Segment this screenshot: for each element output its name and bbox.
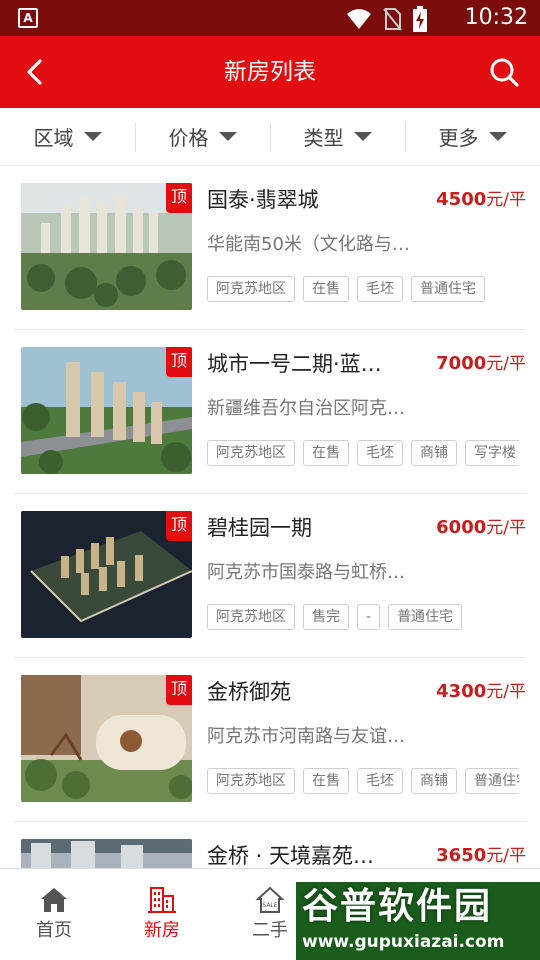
price-value: 3650 bbox=[436, 845, 487, 866]
listing-photo bbox=[21, 839, 192, 868]
status-bar: A 10:32 bbox=[0, 0, 540, 36]
price-unit: 元/平 bbox=[486, 190, 526, 210]
wifi-icon bbox=[347, 9, 371, 29]
status-icons bbox=[346, 6, 428, 32]
tag-row: 阿克苏地区 售完 - 普通住宅 bbox=[207, 604, 519, 632]
caret-down-icon bbox=[83, 132, 102, 141]
listing-price: 6000元/平 bbox=[436, 516, 526, 540]
tag: 阿克苏地区 bbox=[207, 768, 295, 794]
home-icon bbox=[41, 888, 67, 912]
tag: 商铺 bbox=[411, 440, 457, 466]
tab-label: 新房 bbox=[144, 920, 180, 941]
tag: 毛坯 bbox=[357, 276, 403, 302]
building-icon bbox=[148, 887, 176, 913]
listing-name: 金桥 · 天境嘉苑… bbox=[207, 844, 375, 868]
listing-item[interactable]: 顶 城市一号二期·蓝… 7000元/平 新疆维吾尔自治区阿克… 阿克苏地区 在售… bbox=[14, 330, 526, 494]
price-value: 7000 bbox=[436, 353, 487, 374]
listing-photo: 顶 bbox=[21, 675, 192, 802]
listing-price: 4500元/平 bbox=[436, 188, 526, 212]
tag: 普通住宅 bbox=[465, 768, 519, 794]
tag-row: 阿克苏地区 在售 毛坯 普通住宅 bbox=[207, 276, 519, 304]
listing-name: 金桥御苑 bbox=[207, 680, 291, 704]
tag: 普通住宅 bbox=[411, 276, 485, 302]
tag: 普通住宅 bbox=[388, 604, 463, 630]
listing-photo: 顶 bbox=[21, 511, 192, 638]
listing-photo: 顶 bbox=[21, 183, 192, 310]
caret-down-icon bbox=[218, 132, 237, 141]
tag: 阿克苏地区 bbox=[207, 440, 295, 466]
clock: 10:32 bbox=[464, 5, 528, 30]
watermark-url: www.gupuxiazai.com bbox=[302, 932, 505, 952]
svg-text:SALE: SALE bbox=[262, 902, 277, 909]
filter-more[interactable]: 更多 bbox=[405, 108, 540, 165]
tag: - bbox=[357, 604, 381, 630]
notification-app-icon: A bbox=[18, 8, 38, 28]
watermark-title: 谷普软件园 bbox=[302, 886, 493, 927]
tag: 在售 bbox=[303, 440, 349, 466]
listing-address: 阿克苏市国泰路与虹桥… bbox=[207, 562, 405, 583]
caret-down-icon bbox=[353, 132, 372, 141]
listing-name: 国泰·翡翠城 bbox=[207, 188, 319, 212]
top-badge: 顶 bbox=[166, 511, 192, 541]
price-unit: 元/平 bbox=[486, 682, 526, 702]
tag: 阿克苏地区 bbox=[207, 604, 295, 630]
filter-label: 区域 bbox=[33, 126, 74, 150]
listing-item[interactable]: 顶 碧桂园一期 6000元/平 阿克苏市国泰路与虹桥… 阿克苏地区 售完 - 普… bbox=[14, 494, 526, 658]
tag: 写字楼 bbox=[465, 440, 519, 466]
filter-type[interactable]: 类型 bbox=[270, 108, 405, 165]
tag: 售完 bbox=[303, 604, 349, 630]
top-badge: 顶 bbox=[166, 183, 192, 213]
filter-bar: 区域 价格 类型 更多 bbox=[0, 108, 540, 166]
battery-charging-icon bbox=[413, 6, 427, 32]
tag: 毛坯 bbox=[357, 768, 403, 794]
listing-name: 城市一号二期·蓝… bbox=[207, 352, 382, 376]
listing-list: 顶 国泰·翡翠城 4500元/平 华能南50米（文化路与… 阿克苏地区 在售 毛… bbox=[0, 166, 540, 868]
watermark-logo: 谷普软件园 www.gupuxiazai.com bbox=[296, 882, 540, 960]
listing-price: 4300元/平 bbox=[436, 680, 526, 704]
price-value: 4500 bbox=[436, 189, 487, 210]
listing-item[interactable]: 金桥 · 天境嘉苑… 3650元/平 bbox=[14, 822, 526, 868]
tag: 商铺 bbox=[411, 768, 457, 794]
listing-name: 碧桂园一期 bbox=[207, 516, 312, 540]
price-unit: 元/平 bbox=[486, 846, 526, 866]
price-unit: 元/平 bbox=[486, 518, 526, 538]
tag: 阿克苏地区 bbox=[207, 276, 295, 302]
filter-label: 类型 bbox=[303, 126, 344, 150]
filter-label: 价格 bbox=[168, 126, 209, 150]
listing-address: 新疆维吾尔自治区阿克… bbox=[207, 398, 405, 419]
price-value: 6000 bbox=[436, 517, 487, 538]
filter-label: 更多 bbox=[438, 126, 479, 150]
listing-address: 华能南50米（文化路与… bbox=[207, 234, 410, 255]
tag: 毛坯 bbox=[357, 440, 403, 466]
tag: 在售 bbox=[303, 768, 349, 794]
listing-item[interactable]: 顶 金桥御苑 4300元/平 阿克苏市河南路与友谊… 阿克苏地区 在售 毛坯 商… bbox=[14, 658, 526, 822]
tag-row: 阿克苏地区 在售 毛坯 商铺 普通住宅 bbox=[207, 768, 519, 796]
filter-price[interactable]: 价格 bbox=[135, 108, 270, 165]
house-sale-icon: SALE bbox=[255, 886, 285, 913]
price-value: 4300 bbox=[436, 681, 487, 702]
app-bar: 新房列表 bbox=[0, 36, 540, 108]
listing-photo: 顶 bbox=[21, 347, 192, 474]
listing-price: 3650元/平 bbox=[436, 844, 526, 868]
listing-item[interactable]: 顶 国泰·翡翠城 4500元/平 华能南50米（文化路与… 阿克苏地区 在售 毛… bbox=[14, 166, 526, 330]
page-title: 新房列表 bbox=[224, 59, 316, 85]
no-sim-icon bbox=[383, 8, 402, 31]
listing-price: 7000元/平 bbox=[436, 352, 526, 376]
tag: 在售 bbox=[303, 276, 349, 302]
search-icon[interactable] bbox=[486, 54, 522, 90]
price-unit: 元/平 bbox=[486, 354, 526, 374]
tab-home[interactable]: 首页 bbox=[0, 869, 108, 960]
top-badge: 顶 bbox=[166, 675, 192, 705]
tab-label: 首页 bbox=[36, 920, 72, 941]
top-badge: 顶 bbox=[166, 347, 192, 377]
listing-address: 阿克苏市河南路与友谊… bbox=[207, 726, 405, 747]
caret-down-icon bbox=[488, 132, 507, 141]
filter-region[interactable]: 区域 bbox=[0, 108, 135, 165]
tab-new-house[interactable]: 新房 bbox=[108, 869, 216, 960]
tag-row: 阿克苏地区 在售 毛坯 商铺 写字楼 bbox=[207, 440, 519, 468]
